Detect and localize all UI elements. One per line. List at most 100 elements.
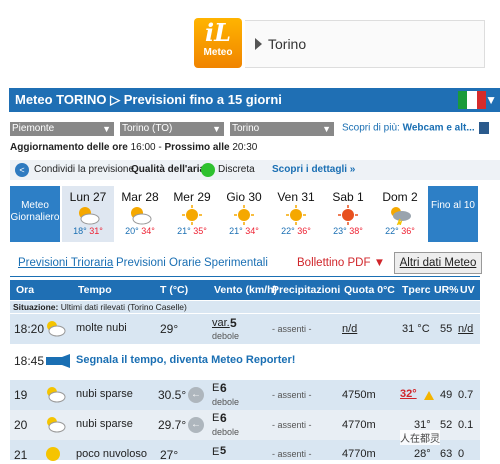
update-info: Aggiornamento delle ore 16:00 - Prossimo… [10,142,258,153]
situazione-label: Situazione: [13,302,59,312]
day-max: 38° [349,226,363,236]
meteo-giornaliero-button[interactable]: Meteo Giornaliero [10,186,60,242]
row-tperc: 31 °C [402,323,430,335]
bollettino-pdf-link[interactable]: Bollettino PDF ▼ [297,257,385,269]
air-quality-label: Qualità dell'aria [131,164,206,175]
partly-cloudy-icon [44,385,66,406]
meteo-reporter-link[interactable]: Segnala il tempo, diventa Meteo Reporter… [76,354,295,366]
day-min: 22° [385,226,399,236]
row-prec: - assenti - [272,420,312,430]
city-box[interactable]: Torino [245,20,485,68]
moon-icon [44,445,62,464]
sun-icon [218,205,270,225]
row-wind-desc: debole [212,427,240,437]
row-prec: - assenti - [272,324,312,334]
row-temp: 29° [160,322,179,336]
situazione-row: Situazione: Ultimi dati rilevati (Torino… [10,301,480,313]
day-cell[interactable]: Gio 30 21° 34° [218,186,270,242]
col-temp: T (°C) [160,284,189,296]
triangle-right-icon [255,38,262,50]
day-cell[interactable]: Dom 2 22° 36° [374,186,426,242]
row-temp: 27° [160,448,179,462]
hot-sun-icon [322,205,374,225]
air-details-link[interactable]: Scopri i dettagli » [272,160,355,180]
col-tperc: Tperc [402,284,431,296]
day-max: 35° [193,226,207,236]
page-header: Meteo TORINO ▷ Previsioni fino a 15 gior… [9,88,500,112]
partly-cloudy-icon [114,205,166,225]
row-ur: 49 [440,389,453,401]
watermark-text: 人在都灵 [400,430,440,445]
page-title: Meteo TORINO ▷ Previsioni fino a 15 gior… [15,92,282,107]
tab-trioraria[interactable]: Previsioni Trioraria [18,257,113,269]
header-dropdown[interactable]: ▼ [485,88,497,112]
city-select[interactable]: Torino ▼ [230,122,334,136]
row-wind-desc: debole [212,397,240,407]
province-select[interactable]: Torino (TO) ▼ [120,122,224,136]
day-cell[interactable]: Mer 29 21° 35° [166,186,218,242]
day-temps: 22° 36° [374,226,426,236]
row-wind-speed: 5 [220,445,227,457]
day-max: 34° [245,226,259,236]
row-tperc[interactable]: 32° [400,388,417,400]
logo-word-meteo: Meteo [203,47,233,58]
sun-icon [166,205,218,225]
webcam-link[interactable]: Webcam e alt... [403,123,475,134]
day-cell[interactable]: Ven 31 22° 36° [270,186,322,242]
row-wind-dir[interactable]: var. [212,317,230,329]
day-name: Sab 1 [332,190,364,204]
row-wind-speed: 6 [220,411,227,425]
altri-dati-meteo-button[interactable]: Altri dati Meteo [394,252,482,274]
col-ora: Ora [16,284,35,296]
row-uv[interactable]: n/d [458,323,473,335]
col-vento: Vento (km/h) [214,284,278,296]
city-select-value: Torino [232,123,260,134]
row-uv: 0 [458,448,465,460]
col-quota: Quota 0°C [344,284,395,296]
day-min: 22° [281,226,295,236]
wind-arrow-icon: ← [188,387,204,403]
tab-sperimentali[interactable]: Sperimentali [204,257,268,269]
row-ur: 63 [440,448,453,460]
situazione-text: Ultimi dati rilevati (Torino Caselle) [60,302,187,312]
table-row: 19 nubi sparse 30.5° ← E 6 debole - asse… [10,380,480,410]
air-quality-dot-icon [201,163,215,177]
region-select[interactable]: Piemonte ▼ [10,122,114,136]
day-cell[interactable]: Sab 1 23° 38° [322,186,374,242]
italy-flag-icon[interactable] [458,91,486,109]
day-strip: Meteo Giornaliero Lun 27 18° 31° Mar 28 20°… [10,186,478,242]
row-time: 18:20 [14,322,45,336]
row-time: 21 [14,448,28,462]
top-banner: iL Meteo Torino [0,0,500,85]
row-ur: 52 [440,419,453,431]
reporter-row[interactable]: 18:45 Segnala il tempo, diventa Meteo Re… [10,346,480,373]
menu-box-icon[interactable] [478,122,489,134]
row-quota: 4770m [342,419,376,431]
scopri-link[interactable]: Scopri di più: Webcam e alt... [342,122,489,134]
day-name: Lun 27 [69,190,107,204]
update-time: 16:00 [130,142,156,153]
chevron-down-icon: ▼ [322,124,331,134]
scopri-label: Scopri di più: [342,122,400,134]
share-icon[interactable]: < [15,163,29,177]
row-ur: 55 [440,323,453,335]
fino-al-10-button[interactable]: Fino al 10 [428,186,478,242]
row-uv: 0.1 [458,419,474,431]
row-tempo: nubi sparse [76,388,133,400]
megaphone-icon [46,354,70,371]
chevron-down-icon: ▼ [212,124,221,134]
col-ur: UR% [434,284,459,296]
ilmeteo-logo[interactable]: iL Meteo [194,18,242,68]
row-quota[interactable]: n/d [342,323,357,335]
share-link[interactable]: Condividi la previsione [34,160,134,180]
tab-orarie[interactable]: Previsioni Orarie [116,257,201,269]
day-temps: 22° 36° [270,226,322,236]
day-max: 36° [401,226,415,236]
partly-cloudy-icon [44,415,66,436]
day-cell[interactable]: Mar 28 20° 34° [114,186,166,242]
cloudy-icon [44,319,66,340]
col-precipitazioni: Precipitazioni [272,284,341,296]
day-cell[interactable]: Lun 27 18° 31° [62,186,114,242]
storm-icon [374,205,426,225]
row-wind-speed: 6 [220,381,227,395]
